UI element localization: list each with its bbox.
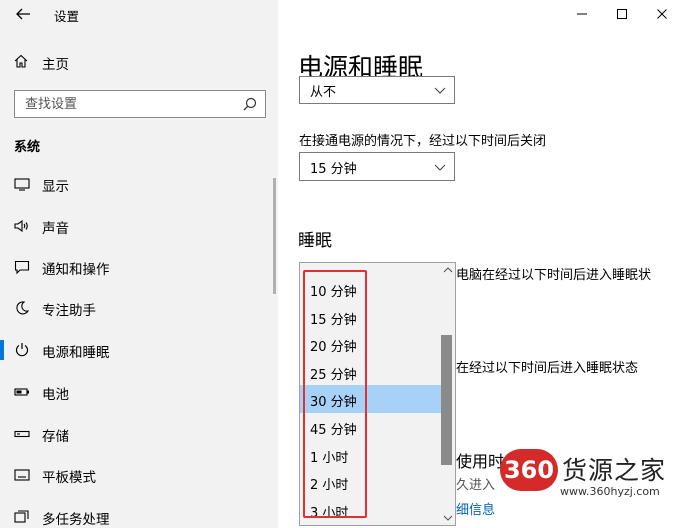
dropdown-option-label: 2 小时 <box>310 478 349 494</box>
watermark-name: 货源之家 <box>562 456 667 485</box>
sidebar-item-notifications[interactable]: 通知和操作 <box>0 249 278 285</box>
dropdown-option-label: 3 小时 <box>310 505 349 521</box>
storage-icon <box>14 430 30 438</box>
sidebar-item-label: 声音 <box>42 221 69 237</box>
maximize-icon[interactable] <box>610 4 634 24</box>
dropdown-option-label: 30 分钟 <box>310 395 357 411</box>
title-bar: 设置 <box>0 0 278 30</box>
dropdown-option[interactable]: 45 分钟 <box>300 413 442 441</box>
watermark-url: www.360hyzj.com <box>560 485 660 498</box>
search-box[interactable] <box>14 90 266 118</box>
display-icon <box>14 178 30 191</box>
sidebar-item-label: 电源和睡眠 <box>42 345 110 361</box>
sidebar-item-label: 通知和操作 <box>42 262 110 278</box>
dropdown-option-label: 45 分钟 <box>310 423 357 438</box>
dropdown-option-label: 15 分钟 <box>310 312 357 328</box>
dropdown-option[interactable]: 25 分钟 <box>300 358 442 386</box>
section-title: 系统 <box>14 140 41 155</box>
dropdown-option-label: 1 小时 <box>310 450 349 466</box>
screen-plugged-combo[interactable]: 15 分钟 <box>299 152 455 181</box>
sidebar-item-sound[interactable]: 声音 <box>0 208 278 244</box>
sleep-time-dropdown[interactable]: 10 分钟 15 分钟 20 分钟 25 分钟 30 分钟 45 分钟 1 小时 2 小时 3 … <box>299 262 456 526</box>
tablet-icon <box>14 469 30 481</box>
scroll-up-icon[interactable] <box>443 265 453 275</box>
dropdown-option[interactable]: 1 小时 <box>300 441 442 469</box>
combo-value: 15 分钟 <box>310 162 357 177</box>
minimize-icon[interactable] <box>570 4 594 24</box>
sleep-heading: 睡眠 <box>298 231 332 251</box>
sidebar: 设置 主页 系统 显示 声音 通知和操作 专注助手 电源和睡眠 电池 <box>0 0 278 528</box>
multitask-icon <box>14 510 29 523</box>
sleep-battery-label: 电脑在经过以下时间后进入睡眠状 <box>456 268 652 283</box>
home-icon <box>14 54 28 68</box>
dropdown-option-label: 20 分钟 <box>310 340 357 356</box>
home-label: 主页 <box>42 57 69 73</box>
details-link[interactable]: 细信息 <box>456 499 495 518</box>
notification-icon <box>14 260 30 275</box>
dropdown-option[interactable]: 15 分钟 <box>300 303 442 331</box>
moon-icon <box>16 301 30 315</box>
dropdown-option-label: 10 分钟 <box>310 285 357 300</box>
sidebar-item-label: 显示 <box>42 179 69 195</box>
watermark-logo: 360 货源之家 www.360hyzj.com <box>500 447 682 507</box>
dropdown-option[interactable]: 10 分钟 <box>300 275 442 303</box>
battery-icon <box>14 388 29 396</box>
chevron-down-icon <box>434 164 446 171</box>
scroll-down-icon[interactable] <box>443 513 453 523</box>
combo-value: 从不 <box>310 85 337 100</box>
dropdown-option[interactable]: 20 分钟 <box>300 330 442 358</box>
sidebar-scrollbar[interactable] <box>273 178 276 294</box>
sleep-plugged-label: 在经过以下时间后进入睡眠状态 <box>456 361 639 376</box>
search-icon[interactable] <box>243 97 257 111</box>
app-title: 设置 <box>54 9 80 24</box>
dropdown-option-label: 25 分钟 <box>310 367 357 383</box>
energy-description: 久进入 <box>456 478 496 493</box>
energy-heading: 使用时 <box>456 452 505 471</box>
dropdown-option[interactable]: 3 小时 <box>300 496 442 524</box>
search-input[interactable] <box>25 95 235 113</box>
dropdown-scroll-thumb[interactable] <box>441 335 452 465</box>
speaker-icon <box>14 219 28 233</box>
sidebar-item-home[interactable]: 主页 <box>14 52 254 73</box>
sidebar-item-label: 平板模式 <box>42 470 96 486</box>
sidebar-item-label: 专注助手 <box>42 303 96 319</box>
sidebar-item-display[interactable]: 显示 <box>0 166 278 202</box>
watermark-badge: 360 <box>500 449 558 491</box>
screen-battery-combo[interactable]: 从不 <box>299 76 455 104</box>
screen-plugged-label: 在接通电源的情况下，经过以下时间后关闭 <box>299 134 547 149</box>
close-icon[interactable] <box>650 4 674 24</box>
sidebar-item-tablet-mode[interactable]: 平板模式 <box>0 457 278 493</box>
sidebar-item-battery[interactable]: 电池 <box>0 374 278 410</box>
sidebar-item-label: 多任务处理 <box>42 512 110 528</box>
sidebar-item-label: 存储 <box>42 429 69 445</box>
dropdown-option[interactable]: 2 小时 <box>300 468 442 496</box>
dropdown-scrollbar[interactable] <box>441 263 455 525</box>
chevron-down-icon <box>434 87 446 94</box>
sidebar-item-storage[interactable]: 存储 <box>0 416 278 452</box>
power-icon <box>15 343 29 357</box>
sidebar-item-label: 电池 <box>42 387 69 403</box>
sidebar-item-multitasking[interactable]: 多任务处理 <box>0 499 278 528</box>
sidebar-item-power-sleep[interactable]: 电源和睡眠 <box>0 332 278 368</box>
sidebar-item-focus-assist[interactable]: 专注助手 <box>0 290 278 326</box>
back-arrow-icon[interactable] <box>14 5 32 23</box>
dropdown-option[interactable]: 30 分钟 <box>300 385 442 413</box>
